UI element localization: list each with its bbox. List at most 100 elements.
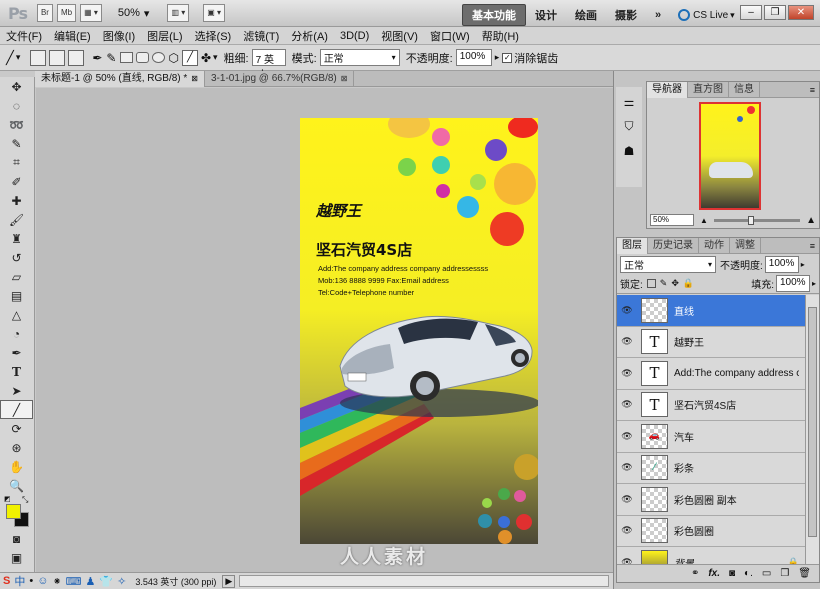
brush-tool-icon[interactable]: 🖌 <box>0 210 33 229</box>
close-button[interactable]: ✕ <box>788 5 814 20</box>
screen-mode-icon[interactable]: ▣ ▾ <box>203 4 226 22</box>
gradient-tool-icon[interactable]: ▤ <box>0 286 33 305</box>
arrange-documents-icon[interactable]: ▥ ▾ <box>167 4 190 22</box>
quick-mask-icon[interactable]: ◙ <box>0 529 33 548</box>
brushes-panel-icon[interactable]: ⚌ <box>616 95 642 109</box>
shape-dropdown-icon[interactable]: ▾ <box>213 52 218 63</box>
layer-row[interactable]: 👁 🚗 汽车 <box>617 421 805 453</box>
tab-layers[interactable]: 图层 <box>617 237 648 254</box>
tab-histogram[interactable]: 直方图 <box>688 81 729 98</box>
chinese-input-icon[interactable]: 中 <box>14 573 25 589</box>
foreground-color-swatch[interactable] <box>6 504 21 519</box>
default-colors-icon[interactable]: ◩ <box>4 495 11 503</box>
weight-input[interactable]: 7 英寸 <box>251 49 286 81</box>
3d-rotate-tool-icon[interactable]: ⟳ <box>0 419 33 438</box>
layer-row[interactable]: 👁 彩色圆圈 <box>617 515 805 547</box>
menu-analysis[interactable]: 分析(A) <box>285 28 334 44</box>
crop-tool-icon[interactable]: ⌗ <box>0 153 33 172</box>
eyedropper-tool-icon[interactable]: ✐ <box>0 172 33 191</box>
paths-icon[interactable] <box>49 49 66 66</box>
visibility-eye-icon[interactable]: 👁 <box>617 494 637 505</box>
marquee-tool-icon[interactable]: ◌ <box>0 96 33 115</box>
zoom-in-icon[interactable]: ▲ <box>806 215 816 226</box>
view-extras-icon[interactable]: ▦ ▾ <box>80 4 102 22</box>
layer-style-icon[interactable]: fx. <box>708 568 720 579</box>
visibility-eye-icon[interactable]: 👁 <box>617 305 637 316</box>
menu-view[interactable]: 视图(V) <box>375 28 424 44</box>
new-group-icon[interactable]: ▭ <box>762 568 771 579</box>
navigator-zoom-input[interactable]: 50% <box>650 214 694 226</box>
tab-3-1-01[interactable]: 3-1-01.jpg @ 66.7%(RGB/8) ⊠ <box>205 70 355 87</box>
shape-layers-icon[interactable] <box>30 49 47 66</box>
visibility-eye-icon[interactable]: 👁 <box>617 462 637 473</box>
menu-window[interactable]: 窗口(W) <box>424 28 476 44</box>
fullwidth-icon[interactable]: ⁕ <box>52 575 61 588</box>
clone-stamp-tool-icon[interactable]: ♜ <box>0 229 33 248</box>
eraser-tool-icon[interactable]: ▱ <box>0 267 33 286</box>
lock-transparent-icon[interactable] <box>646 279 656 288</box>
mini-bridge-button[interactable]: Mb <box>56 4 77 22</box>
cs-live-button[interactable]: CS Live <box>693 10 728 21</box>
sogou-icon[interactable]: S <box>3 575 10 587</box>
menu-layer[interactable]: 图层(L) <box>141 28 188 44</box>
layer-row[interactable]: 👁 T 越野王 <box>617 326 805 358</box>
adjustment-layer-icon[interactable]: ◐. <box>744 568 753 579</box>
layers-menu-icon[interactable]: ≡ <box>810 241 815 251</box>
layer-opacity-input[interactable]: 100% <box>764 255 799 273</box>
visibility-eye-icon[interactable]: 👁 <box>617 368 637 379</box>
zoom-out-icon[interactable]: ▲ <box>700 216 708 225</box>
visibility-eye-icon[interactable]: 👁 <box>617 525 637 536</box>
blend-mode-select[interactable]: 正常 ▾ <box>620 255 716 273</box>
workspace-painting[interactable]: 绘画 <box>566 5 606 25</box>
layer-row[interactable]: 👁 背景 🔒 <box>617 547 805 565</box>
opacity-input[interactable]: 100% <box>455 49 492 66</box>
pen-icon[interactable]: ✒ <box>92 51 102 65</box>
lock-position-icon[interactable]: ✥ <box>671 278 679 289</box>
freeform-pen-icon[interactable]: ✎ <box>106 51 116 65</box>
workspace-essentials[interactable]: 基本功能 <box>462 4 526 26</box>
zoom-level[interactable]: 50% <box>118 7 140 19</box>
status-menu-arrow-icon[interactable]: ▶ <box>222 574 236 588</box>
rounded-rectangle-icon[interactable] <box>136 52 150 63</box>
blur-tool-icon[interactable]: △ <box>0 305 33 324</box>
fill-input[interactable]: 100% <box>775 275 810 292</box>
tab-untitled-1[interactable]: 未标题-1 @ 50% (直线, RGB/8) * ⊠ <box>35 70 205 87</box>
lock-all-icon[interactable]: 🔒 <box>683 278 694 289</box>
document-canvas[interactable]: 越野王 坚石汽贸4S店 Add:The company address comp… <box>300 118 538 544</box>
tab-close-icon[interactable]: ⊠ <box>191 71 198 87</box>
link-layers-icon[interactable]: ⚭ <box>691 568 699 579</box>
menu-filter[interactable]: 滤镜(T) <box>237 28 285 44</box>
visibility-eye-icon[interactable]: 👁 <box>617 336 637 347</box>
more-workspaces-button[interactable]: » <box>646 7 670 23</box>
layer-row[interactable]: 👁 ⁄ 彩条 <box>617 452 805 484</box>
tab-close-icon[interactable]: ⊠ <box>341 71 348 87</box>
restore-button[interactable]: ❐ <box>764 5 786 20</box>
color-swatches[interactable]: ◩ ⤡ <box>0 495 34 529</box>
fill-arrow-icon[interactable]: ▸ <box>812 279 816 288</box>
minimize-button[interactable]: – <box>740 5 762 20</box>
move-tool-icon[interactable]: ✥ <box>0 77 33 96</box>
menu-image[interactable]: 图像(I) <box>97 28 141 44</box>
line-tool-icon[interactable]: ╱ <box>0 400 33 419</box>
menu-file[interactable]: 文件(F) <box>0 28 48 44</box>
ellipse-icon[interactable] <box>152 52 166 63</box>
rectangle-icon[interactable] <box>120 52 134 63</box>
visibility-eye-icon[interactable]: 👁 <box>617 399 637 410</box>
layer-row[interactable]: 👁 彩色圆圈 副本 <box>617 484 805 516</box>
layer-row[interactable]: 👁 直线 <box>617 295 805 327</box>
layers-scrollbar[interactable] <box>805 295 819 565</box>
punctuation-icon[interactable]: • <box>29 575 33 587</box>
dodge-tool-icon[interactable]: ◔ <box>0 324 33 343</box>
tab-history[interactable]: 历史记录 <box>648 237 699 254</box>
user-icon[interactable]: ♟ <box>86 575 96 588</box>
workspace-photography[interactable]: 摄影 <box>606 5 646 25</box>
tool-presets-panel-icon[interactable]: ☗ <box>616 144 642 158</box>
tab-navigator[interactable]: 导航器 <box>647 81 688 98</box>
tab-adjustments[interactable]: 调整 <box>730 237 761 254</box>
hand-tool-icon[interactable]: ✋ <box>0 457 33 476</box>
navigator-menu-icon[interactable]: ≡ <box>810 85 815 95</box>
layer-opacity-arrow-icon[interactable]: ▸ <box>801 260 805 269</box>
custom-shape-icon[interactable]: ✤ <box>201 51 211 65</box>
opacity-dropdown-icon[interactable]: ▸ <box>495 52 500 63</box>
line-shape-icon[interactable]: ╱ <box>181 49 198 66</box>
